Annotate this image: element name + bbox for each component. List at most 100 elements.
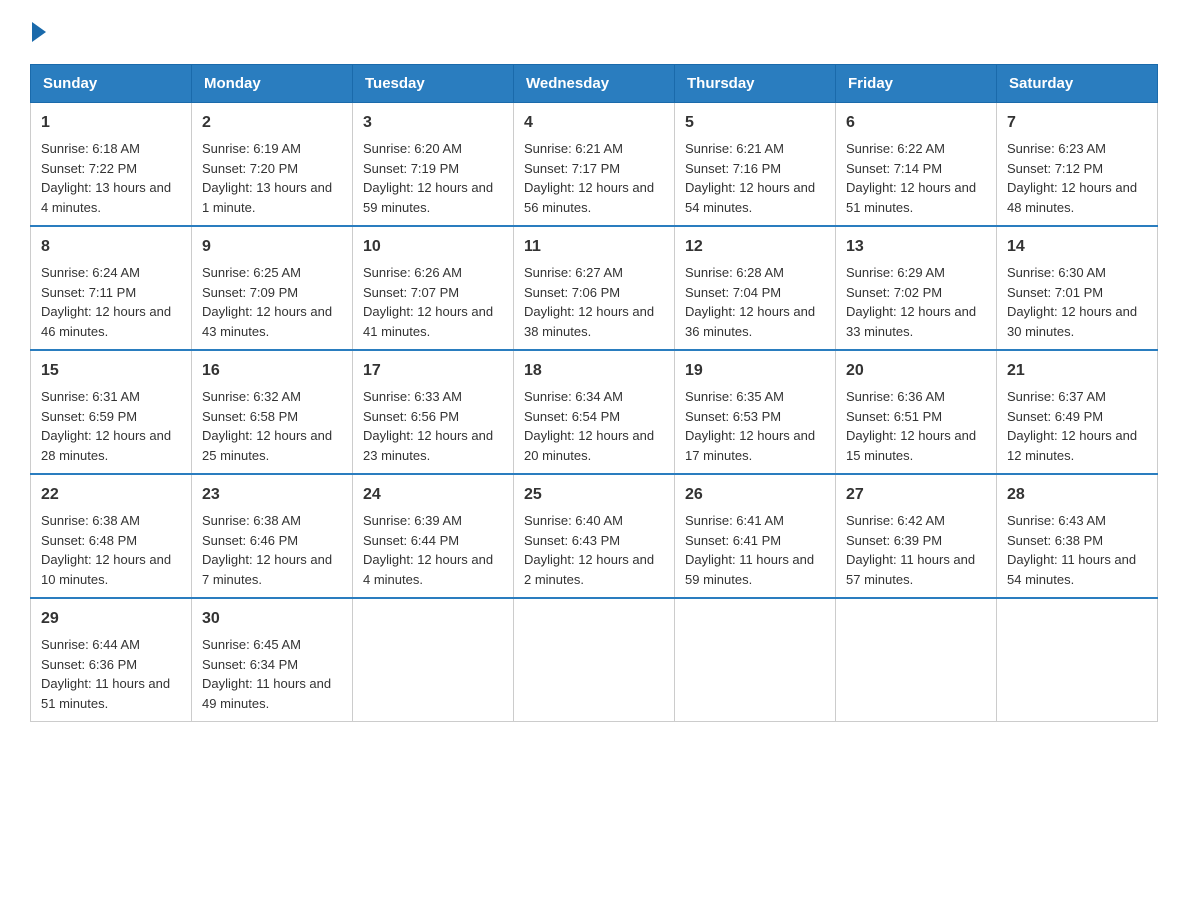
- table-row: 28Sunrise: 6:43 AMSunset: 6:38 PMDayligh…: [997, 474, 1158, 598]
- table-row: [353, 598, 514, 722]
- day-number: 6: [846, 111, 986, 135]
- sunset-text: Sunset: 6:44 PM: [363, 533, 459, 548]
- sunrise-text: Sunrise: 6:28 AM: [685, 265, 784, 280]
- daylight-text: Daylight: 12 hours and 46 minutes.: [41, 304, 171, 339]
- table-row: 24Sunrise: 6:39 AMSunset: 6:44 PMDayligh…: [353, 474, 514, 598]
- daylight-text: Daylight: 12 hours and 54 minutes.: [685, 180, 815, 215]
- sunrise-text: Sunrise: 6:24 AM: [41, 265, 140, 280]
- sunset-text: Sunset: 7:11 PM: [41, 285, 136, 300]
- sunrise-text: Sunrise: 6:38 AM: [202, 513, 301, 528]
- sunset-text: Sunset: 6:48 PM: [41, 533, 137, 548]
- sunset-text: Sunset: 7:14 PM: [846, 161, 942, 176]
- day-number: 25: [524, 483, 664, 507]
- sunrise-text: Sunrise: 6:35 AM: [685, 389, 784, 404]
- sunset-text: Sunset: 6:58 PM: [202, 409, 298, 424]
- day-number: 27: [846, 483, 986, 507]
- sunset-text: Sunset: 7:22 PM: [41, 161, 137, 176]
- daylight-text: Daylight: 11 hours and 54 minutes.: [1007, 552, 1136, 587]
- sunset-text: Sunset: 7:07 PM: [363, 285, 459, 300]
- table-row: 4Sunrise: 6:21 AMSunset: 7:17 PMDaylight…: [514, 103, 675, 227]
- header-tuesday: Tuesday: [353, 65, 514, 103]
- table-row: 12 Sunrise: 6:28 AM Sunset: 7:04 PM Dayligh…: [675, 226, 836, 350]
- sunrise-text: Sunrise: 6:34 AM: [524, 389, 623, 404]
- day-number: 30: [202, 607, 342, 631]
- day-number: 29: [41, 607, 181, 631]
- header-sunday: Sunday: [31, 65, 192, 103]
- sunrise-text: Sunrise: 6:38 AM: [41, 513, 140, 528]
- sunrise-text: Sunrise: 6:32 AM: [202, 389, 301, 404]
- sunset-text: Sunset: 7:09 PM: [202, 285, 298, 300]
- calendar-week-row: 8Sunrise: 6:24 AMSunset: 7:11 PMDaylight…: [31, 226, 1158, 350]
- sunrise-text: Sunrise: 6:23 AM: [1007, 141, 1106, 156]
- sunrise-text: Sunrise: 6:36 AM: [846, 389, 945, 404]
- daylight-text: Daylight: 12 hours and 12 minutes.: [1007, 428, 1137, 463]
- daylight-text: Daylight: 12 hours and 15 minutes.: [846, 428, 976, 463]
- sunset-text: Sunset: 7:04 PM: [685, 285, 781, 300]
- table-row: [675, 598, 836, 722]
- day-number: 19: [685, 359, 825, 383]
- table-row: 18 Sunrise: 6:34 AM Sunset: 6:54 PM Dayligh…: [514, 350, 675, 474]
- table-row: [997, 598, 1158, 722]
- daylight-text: Daylight: 12 hours and 2 minutes.: [524, 552, 654, 587]
- day-number: 28: [1007, 483, 1147, 507]
- daylight-text: Daylight: 12 hours and 56 minutes.: [524, 180, 654, 215]
- sunset-text: Sunset: 7:17 PM: [524, 161, 620, 176]
- table-row: [836, 598, 997, 722]
- header-saturday: Saturday: [997, 65, 1158, 103]
- calendar-week-row: 15 Sunrise: 6:31 AM Sunset: 6:59 PM Dayligh…: [31, 350, 1158, 474]
- table-row: 10Sunrise: 6:26 AMSunset: 7:07 PMDayligh…: [353, 226, 514, 350]
- daylight-text: Daylight: 12 hours and 4 minutes.: [363, 552, 493, 587]
- day-number: 14: [1007, 235, 1147, 259]
- sunset-text: Sunset: 6:54 PM: [524, 409, 620, 424]
- table-row: 7Sunrise: 6:23 AMSunset: 7:12 PMDaylight…: [997, 103, 1158, 227]
- day-number: 18: [524, 359, 664, 383]
- sunset-text: Sunset: 7:06 PM: [524, 285, 620, 300]
- day-number: 20: [846, 359, 986, 383]
- day-number: 3: [363, 111, 503, 135]
- day-number: 12: [685, 235, 825, 259]
- daylight-text: Daylight: 12 hours and 36 minutes.: [685, 304, 815, 339]
- sunrise-text: Sunrise: 6:45 AM: [202, 637, 301, 652]
- sunrise-text: Sunrise: 6:20 AM: [363, 141, 462, 156]
- daylight-text: Daylight: 12 hours and 38 minutes.: [524, 304, 654, 339]
- sunset-text: Sunset: 6:46 PM: [202, 533, 298, 548]
- day-number: 15: [41, 359, 181, 383]
- daylight-text: Daylight: 12 hours and 20 minutes.: [524, 428, 654, 463]
- day-number: 22: [41, 483, 181, 507]
- table-row: 23Sunrise: 6:38 AMSunset: 6:46 PMDayligh…: [192, 474, 353, 598]
- table-row: 15Sunrise: 6:31 AMSunset: 6:59 PMDayligh…: [31, 350, 192, 474]
- daylight-text: Daylight: 11 hours and 59 minutes.: [685, 552, 814, 587]
- sunrise-text: Sunrise: 6:21 AM: [685, 141, 784, 156]
- sunset-text: Sunset: 6:59 PM: [41, 409, 137, 424]
- sunrise-text: Sunrise: 6:44 AM: [41, 637, 140, 652]
- table-row: 16Sunrise: 6:32 AMSunset: 6:58 PMDayligh…: [192, 350, 353, 474]
- sunrise-text: Sunrise: 6:21 AM: [524, 141, 623, 156]
- sunset-text: Sunset: 7:20 PM: [202, 161, 298, 176]
- daylight-text: Daylight: 12 hours and 30 minutes.: [1007, 304, 1137, 339]
- sunrise-text: Sunrise: 6:31 AM: [41, 389, 140, 404]
- table-row: 11Sunrise: 6:27 AMSunset: 7:06 PMDayligh…: [514, 226, 675, 350]
- table-row: 19Sunrise: 6:35 AMSunset: 6:53 PMDayligh…: [675, 350, 836, 474]
- sunset-text: Sunset: 6:56 PM: [363, 409, 459, 424]
- daylight-text: Daylight: 12 hours and 41 minutes.: [363, 304, 493, 339]
- daylight-text: Daylight: 13 hours and 1 minute.: [202, 180, 332, 215]
- header-monday: Monday: [192, 65, 353, 103]
- sunset-text: Sunset: 7:01 PM: [1007, 285, 1103, 300]
- table-row: 14Sunrise: 6:30 AMSunset: 7:01 PMDayligh…: [997, 226, 1158, 350]
- day-number: 23: [202, 483, 342, 507]
- sunrise-text: Sunrise: 6:26 AM: [363, 265, 462, 280]
- table-row: 6Sunrise: 6:22 AMSunset: 7:14 PMDaylight…: [836, 103, 997, 227]
- calendar-table: Sunday Monday Tuesday Wednesday Thursday…: [30, 64, 1158, 722]
- daylight-text: Daylight: 13 hours and 4 minutes.: [41, 180, 171, 215]
- table-row: 8Sunrise: 6:24 AMSunset: 7:11 PMDaylight…: [31, 226, 192, 350]
- sunrise-text: Sunrise: 6:25 AM: [202, 265, 301, 280]
- day-number: 13: [846, 235, 986, 259]
- table-row: 3Sunrise: 6:20 AMSunset: 7:19 PMDaylight…: [353, 103, 514, 227]
- calendar-header-row: Sunday Monday Tuesday Wednesday Thursday…: [31, 65, 1158, 103]
- daylight-text: Daylight: 12 hours and 10 minutes.: [41, 552, 171, 587]
- daylight-text: Daylight: 11 hours and 51 minutes.: [41, 676, 170, 711]
- table-row: 22 Sunrise: 6:38 AM Sunset: 6:48 PM Dayligh…: [31, 474, 192, 598]
- calendar-week-row: 22 Sunrise: 6:38 AM Sunset: 6:48 PM Dayligh…: [31, 474, 1158, 598]
- daylight-text: Daylight: 12 hours and 51 minutes.: [846, 180, 976, 215]
- sunset-text: Sunset: 6:38 PM: [1007, 533, 1103, 548]
